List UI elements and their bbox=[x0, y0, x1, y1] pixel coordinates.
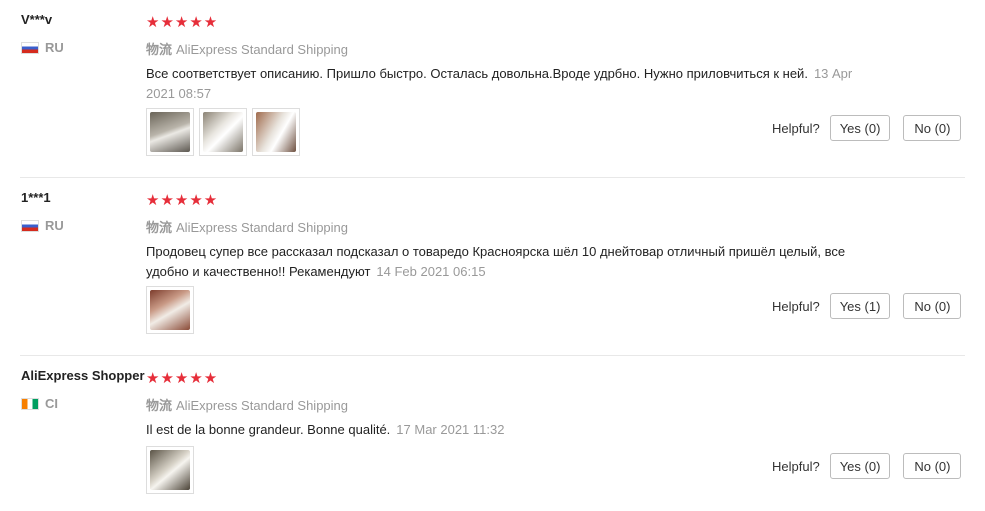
reviewer-country: RU bbox=[21, 218, 64, 233]
shipping-name: AliExpress Standard Shipping bbox=[176, 42, 349, 57]
shipping-name: AliExpress Standard Shipping bbox=[176, 398, 349, 413]
reviewer-country: CI bbox=[21, 396, 58, 411]
helpful-yes-button[interactable]: Yes (0) bbox=[829, 453, 891, 479]
review-text: Il est de la bonne grandeur. Bonne quali… bbox=[146, 420, 866, 440]
helpful-voting: Helpful? Yes (0) No (0) bbox=[772, 115, 962, 141]
reviewer-name: V***v bbox=[21, 12, 53, 27]
country-code: RU bbox=[45, 218, 64, 233]
shipping-method: 物流 AliExpress Standard Shipping bbox=[146, 217, 348, 236]
helpful-voting: Helpful? Yes (1) No (0) bbox=[772, 293, 962, 319]
review-item: 1***1 RU ★★★★★ 物流 AliExpress Standard Shi… bbox=[0, 178, 985, 356]
helpful-label: Helpful? bbox=[772, 298, 820, 314]
reviewer-name: AliExpress Shopper bbox=[21, 368, 145, 383]
review-text: Все соответствует описанию. Пришло быстр… bbox=[146, 64, 866, 104]
shipping-label: 物流 bbox=[146, 398, 173, 413]
reviewer-country: RU bbox=[21, 40, 64, 55]
review-date: 17 Mar 2021 11:32 bbox=[396, 422, 505, 437]
review-photo-thumbnail[interactable] bbox=[146, 446, 194, 494]
shipping-label: 物流 bbox=[146, 220, 173, 235]
helpful-yes-button[interactable]: Yes (1) bbox=[829, 293, 891, 319]
review-photo-thumbnail[interactable] bbox=[252, 108, 300, 156]
review-photo-thumbnail[interactable] bbox=[146, 108, 194, 156]
helpful-label: Helpful? bbox=[772, 120, 820, 136]
country-code: CI bbox=[45, 396, 58, 411]
review-body: Все соответствует описанию. Пришло быстр… bbox=[146, 66, 808, 81]
country-code: RU bbox=[45, 40, 64, 55]
ivory-coast-flag-icon bbox=[21, 397, 39, 410]
review-photos bbox=[146, 446, 194, 494]
review-item: AliExpress Shopper CI ★★★★★ 物流 AliExpress… bbox=[0, 356, 985, 511]
star-rating: ★★★★★ bbox=[146, 370, 219, 387]
shipping-method: 物流 AliExpress Standard Shipping bbox=[146, 39, 348, 58]
helpful-no-button[interactable]: No (0) bbox=[903, 115, 962, 141]
star-rating: ★★★★★ bbox=[146, 192, 219, 209]
shipping-name: AliExpress Standard Shipping bbox=[176, 220, 349, 235]
review-text: Продовец супер все рассказал подсказал о… bbox=[146, 242, 866, 282]
helpful-no-button[interactable]: No (0) bbox=[903, 293, 962, 319]
review-item: V***v RU ★★★★★ 物流 AliExpress Standard Shi… bbox=[0, 0, 985, 178]
review-photos bbox=[146, 108, 300, 156]
review-body: Il est de la bonne grandeur. Bonne quali… bbox=[146, 422, 391, 437]
helpful-label: Helpful? bbox=[772, 458, 820, 474]
helpful-voting: Helpful? Yes (0) No (0) bbox=[772, 453, 962, 479]
shipping-method: 物流 AliExpress Standard Shipping bbox=[146, 395, 348, 414]
review-body: Продовец супер все рассказал подсказал о… bbox=[146, 244, 846, 279]
helpful-no-button[interactable]: No (0) bbox=[903, 453, 962, 479]
russia-flag-icon bbox=[21, 41, 39, 54]
review-photos bbox=[146, 286, 194, 334]
review-photo-thumbnail[interactable] bbox=[199, 108, 247, 156]
review-date: 14 Feb 2021 06:15 bbox=[376, 264, 486, 279]
star-rating: ★★★★★ bbox=[146, 14, 219, 31]
helpful-yes-button[interactable]: Yes (0) bbox=[829, 115, 891, 141]
review-photo-thumbnail[interactable] bbox=[146, 286, 194, 334]
shipping-label: 物流 bbox=[146, 42, 173, 57]
russia-flag-icon bbox=[21, 219, 39, 232]
reviewer-name: 1***1 bbox=[21, 190, 51, 205]
